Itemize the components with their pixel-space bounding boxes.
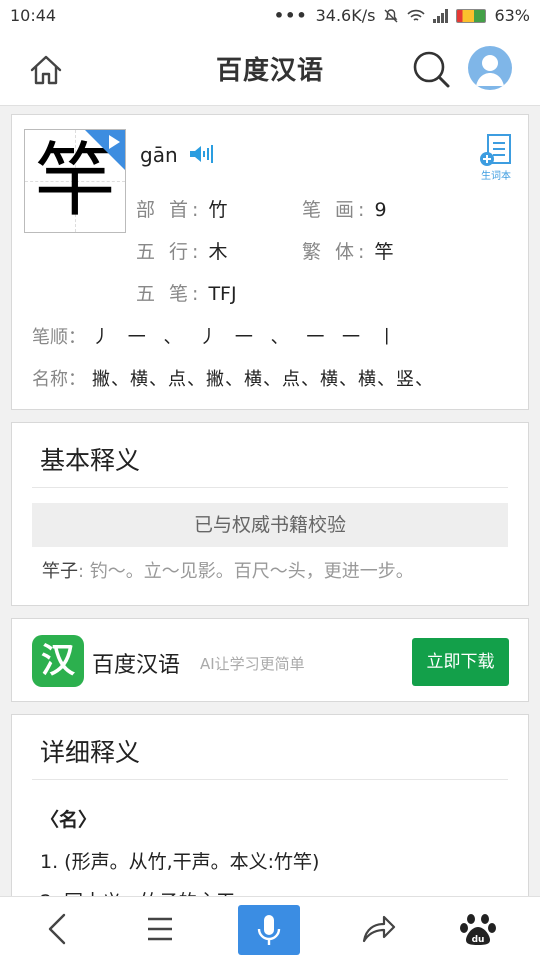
character-card: 竿 gān 生词本 部 首: 竹 笔 画: 9 五 行: 木 繁 体: 竿 五 笔: TF… <box>11 114 529 410</box>
menu-icon[interactable] <box>138 907 182 951</box>
play-icon[interactable] <box>109 135 120 149</box>
vocabulary-book-icon[interactable] <box>480 133 514 167</box>
wubi-value: TFJ <box>208 283 237 305</box>
basic-definition-title: 基本释义 <box>40 446 141 475</box>
radical-row: 部 首: 竹 <box>136 195 227 222</box>
stroke-names-value: 撇、横、点、撇、横、点、横、横、竖、 <box>92 369 434 390</box>
stroke-order-label: 笔顺： <box>32 327 86 348</box>
radical-value: 竹 <box>208 199 228 221</box>
verified-banner: 已与权威书籍校验 <box>32 503 508 547</box>
svg-text:du: du <box>472 935 485 945</box>
network-speed: 34.6K/s <box>315 6 376 25</box>
traditional-label: 繁 体: <box>302 241 369 263</box>
stroke-order-row: 笔顺： 丿 一 、 丿 一 、 一 一 丨 <box>32 323 402 349</box>
status-indicators: ••• 34.6K/s 63% <box>274 6 530 25</box>
bottom-toolbar: du <box>0 896 540 960</box>
wubi-row: 五 笔: TFJ <box>136 279 237 306</box>
pinyin: gān <box>140 143 178 167</box>
stroke-names-row: 名称： 撇、横、点、撇、横、点、横、横、竖、 <box>32 365 434 391</box>
definition-line: 竿子: 钓～。立～见影。百尺～头，更进一步。 <box>42 557 414 583</box>
divider <box>32 487 508 488</box>
radical-label: 部 首: <box>136 199 203 221</box>
app-promo-card[interactable]: 汉 百度汉语 AI让学习更简单 立即下载 <box>11 618 529 702</box>
wuxing-row: 五 行: 木 <box>136 237 227 264</box>
notification-dots: ••• <box>273 6 308 25</box>
detailed-definition-title: 详细释义 <box>40 738 141 767</box>
detailed-definition-card: 详细释义 〈名〉 1. (形声。从竹,干声。本义:竹竿) 2. 同本义。竹子的主… <box>11 714 529 913</box>
app-name: 百度汉语 <box>92 653 181 678</box>
definition-text: : 钓～。立～见影。百尺～头，更进一步。 <box>78 561 414 582</box>
divider <box>32 779 508 780</box>
stroke-count-value: 9 <box>374 199 387 221</box>
status-bar: 10:44 ••• 34.6K/s 63% <box>0 0 540 32</box>
app-header: 百度汉语 <box>0 32 540 106</box>
app-logo: 汉 <box>32 635 84 687</box>
voice-search-button[interactable] <box>238 905 300 955</box>
definition-term: 竿子 <box>42 561 78 582</box>
microphone-icon <box>257 915 281 945</box>
speaker-icon[interactable] <box>188 143 214 165</box>
search-icon[interactable] <box>410 48 452 90</box>
download-button[interactable]: 立即下载 <box>412 638 509 686</box>
traditional-row: 繁 体: 竿 <box>302 237 393 264</box>
baidu-paw-icon[interactable]: du <box>456 907 500 951</box>
traditional-value: 竿 <box>374 241 394 263</box>
user-icon <box>476 55 504 86</box>
stroke-count-row: 笔 画: 9 <box>302 195 387 222</box>
mute-icon <box>384 8 398 22</box>
stroke-count-label: 笔 画: <box>302 199 369 221</box>
battery-percent: 63% <box>494 6 530 25</box>
character-writing-box[interactable]: 竿 <box>24 129 126 233</box>
signal-icon <box>433 8 449 23</box>
stroke-order-value: 丿 一 、 丿 一 、 一 一 丨 <box>92 327 402 348</box>
status-time: 10:44 <box>10 6 57 25</box>
page-title: 百度汉语 <box>215 56 324 86</box>
share-icon[interactable] <box>356 907 400 951</box>
wuxing-label: 五 行: <box>136 241 203 263</box>
part-of-speech: 〈名〉 <box>40 809 98 831</box>
wifi-icon <box>407 9 426 21</box>
wubi-label: 五 笔: <box>136 283 203 305</box>
vocabulary-book-label[interactable]: 生词本 <box>474 167 518 182</box>
basic-definition-card: 基本释义 已与权威书籍校验 竿子: 钓～。立～见影。百尺～头，更进一步。 <box>11 422 529 606</box>
stroke-names-label: 名称： <box>32 369 86 390</box>
back-icon[interactable] <box>36 907 80 951</box>
avatar[interactable] <box>468 46 512 90</box>
battery-icon <box>456 8 487 23</box>
app-slogan: AI让学习更简单 <box>200 655 305 673</box>
wuxing-value: 木 <box>208 241 228 263</box>
detail-item: 1. (形声。从竹,干声。本义:竹竿) <box>40 851 320 873</box>
